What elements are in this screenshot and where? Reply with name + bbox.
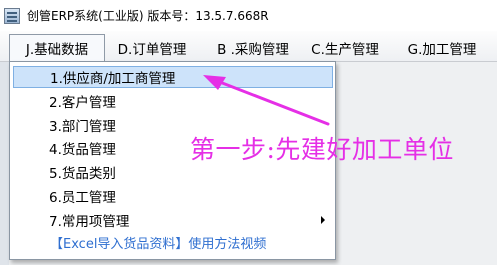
menu-basic-data[interactable]: J.基础数据 [9, 34, 105, 61]
menu-item-label: 7.常用项管理 [49, 214, 130, 230]
menu-item-label: 1.供应商/加工商管理 [50, 71, 176, 87]
menu-item-supplier-processor[interactable]: 1.供应商/加工商管理 [13, 66, 333, 88]
window-title-bar: 创管ERP系统(工业版) 版本号：13.5.7.668R [0, 0, 497, 31]
window-title: 创管ERP系统(工业版) 版本号：13.5.7.668R [27, 9, 269, 23]
menu-order-management[interactable]: D.订单管理 [108, 34, 196, 61]
menu-processing-management[interactable]: G.加工管理 [396, 34, 488, 61]
menu-production-management[interactable]: C.生产管理 [300, 34, 390, 61]
menu-item-customer[interactable]: 2.客户管理 [13, 90, 333, 112]
menu-purchase-management[interactable]: B .采购管理 [203, 34, 303, 61]
menu-item-label: 5.货品类别 [49, 166, 116, 182]
menu-item-employee[interactable]: 6.员工管理 [13, 185, 333, 207]
left-panel-strip [0, 62, 9, 265]
menu-item-label: 6.员工管理 [49, 190, 116, 206]
menu-item-common-items[interactable]: 7.常用项管理 [13, 209, 333, 231]
excel-import-video-link[interactable]: 【Excel导入货品资料】使用方法视频 [50, 233, 266, 252]
annotation-text: 第一步:先建好加工单位 [190, 135, 454, 164]
chevron-right-icon [321, 216, 325, 224]
menu-item-label: 2.客户管理 [49, 95, 116, 111]
menu-bar: J.基础数据 D.订单管理 B .采购管理 C.生产管理 G.加工管理 [0, 31, 497, 62]
menu-item-label: 4.货品管理 [49, 142, 116, 158]
menu-item-label: 3.部门管理 [49, 119, 116, 135]
app-icon [4, 7, 20, 24]
